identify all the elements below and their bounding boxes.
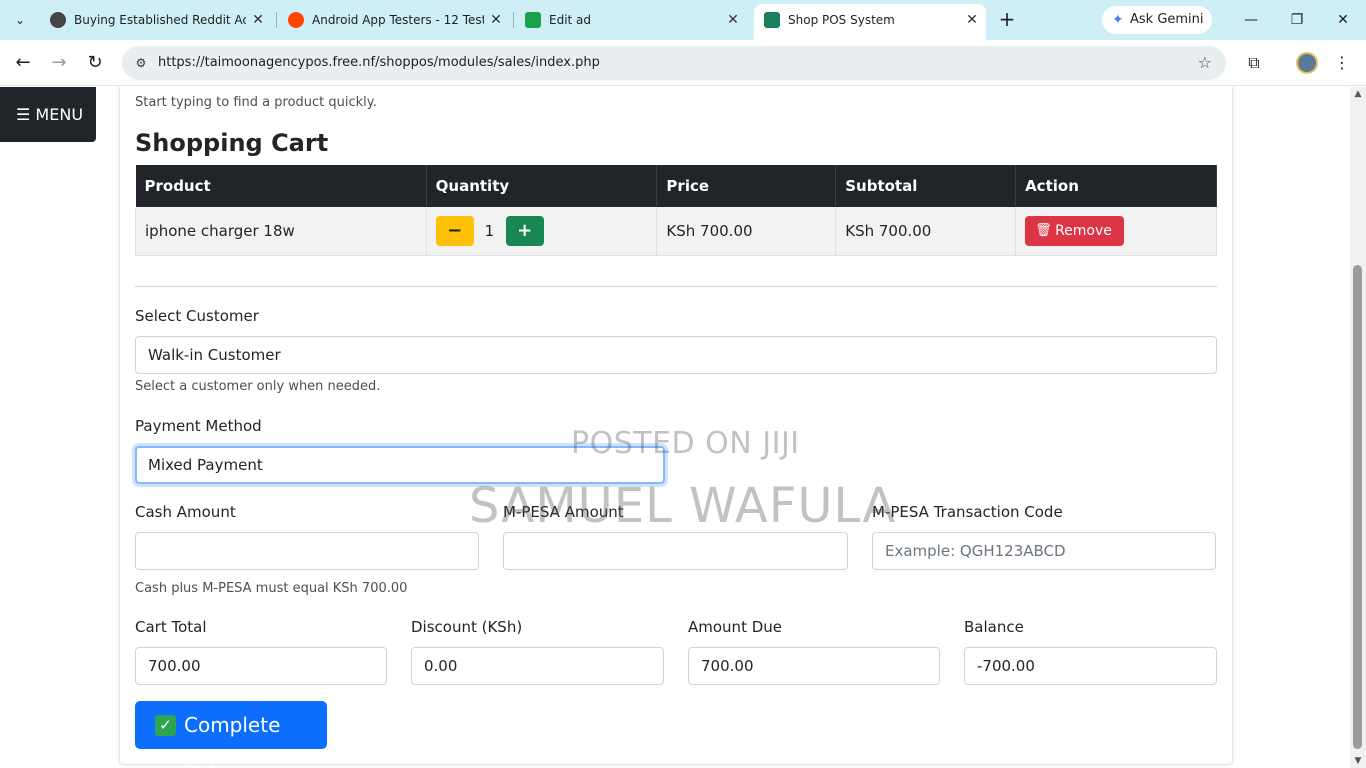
menu-button[interactable]: ☰ MENU [0,87,96,142]
cell-action: 🗑 Remove [1015,207,1217,256]
close-tab-icon[interactable]: ✕ [488,6,504,34]
minimize-icon[interactable]: — [1239,8,1263,32]
tab-android-testers[interactable]: Android App Testers - 12 Testers ✕ [278,6,510,34]
column-header-price: Price [656,165,837,207]
reddit-favicon-icon [288,12,304,28]
lock-favicon-icon [764,12,780,28]
balance-label: Balance [964,618,1024,636]
amount-due-field: 700.00 [688,647,940,685]
tab-shop-pos[interactable]: Shop POS System ✕ [754,4,986,40]
shopping-cart-title: Shopping Cart [135,129,329,157]
minus-icon: − [447,219,463,241]
product-search-hint: Start typing to find a product quickly. [135,95,377,110]
decrease-quantity-button[interactable]: − [435,215,474,246]
cart-header-row: Product Quantity Price Subtotal Action [135,165,1217,207]
customer-label: Select Customer [135,307,259,325]
address-bar[interactable]: ⚙ https://taimoonagencypos.free.nf/shopp… [122,46,1226,80]
openai-favicon-icon [50,12,66,28]
customer-hint: Select a customer only when needed. [135,379,381,394]
section-divider [135,286,1217,287]
jiji-favicon-icon [525,12,541,28]
restore-icon[interactable]: ❐ [1285,8,1309,32]
tab-separator [276,12,277,28]
back-arrow-icon[interactable]: ← [11,51,35,75]
increase-quantity-button[interactable]: + [505,215,544,246]
amount-due-label: Amount Due [688,618,782,636]
extensions-icon[interactable]: ⧉ [1242,51,1266,75]
payment-method-label: Payment Method [135,417,262,435]
tab-separator [513,12,514,28]
column-header-product: Product [135,165,427,207]
mpesa-code-input[interactable]: Example: QGH123ABCD [872,532,1216,570]
page-viewport: ☰ MENU Start typing to find a product qu… [0,87,1366,768]
cell-price: KSh 700.00 [656,207,837,256]
watermark-posted-on: POSTED ON JIJI [571,426,800,461]
cash-amount-label: Cash Amount [135,503,236,521]
customer-select[interactable]: Walk-in Customer [135,336,1217,374]
close-tab-icon[interactable]: ✕ [964,4,980,36]
close-tab-icon[interactable]: ✕ [725,6,741,34]
quantity-value: 1 [484,221,495,240]
trash-icon: 🗑 [1035,222,1052,238]
url-text[interactable]: https://taimoonagencypos.free.nf/shoppos… [158,46,600,80]
forward-arrow-icon[interactable]: → [47,51,71,75]
column-header-quantity: Quantity [426,165,658,207]
cell-product: iphone charger 18w [135,207,427,256]
table-row: iphone charger 18w − 1 + KSh 700.00 KSh … [135,207,1217,256]
column-header-action: Action [1015,165,1217,207]
scroll-down-icon[interactable]: ▼ [1350,756,1366,766]
payment-hint: Cash plus M-PESA must equal KSh 700.00 [135,581,408,596]
watermark-name: SAMUEL WAFULA [469,478,897,534]
cart-table: Product Quantity Price Subtotal Action i… [135,165,1217,256]
scroll-up-icon[interactable]: ▲ [1350,89,1366,99]
profile-avatar[interactable] [1296,52,1318,74]
discount-label: Discount (KSh) [411,618,523,636]
cart-total-field: 700.00 [135,647,387,685]
remove-item-button[interactable]: 🗑 Remove [1025,215,1124,246]
close-window-icon[interactable]: ✕ [1331,8,1355,32]
gemini-sparkle-icon: ✦ [1112,12,1124,28]
browser-tab-bar: ⌄ Buying Established Reddit Acco ✕ Andro… [0,0,1366,40]
bookmark-star-icon[interactable]: ☆ [1198,46,1212,80]
mpesa-amount-input[interactable] [503,532,848,570]
cell-subtotal: KSh 700.00 [835,207,1017,256]
new-tab-button[interactable]: + [996,8,1018,30]
site-info-icon[interactable]: ⚙ [132,54,150,72]
checkmark-icon: ✓ [155,715,176,736]
balance-field: -700.00 [964,647,1217,685]
cell-quantity: − 1 + [426,207,658,256]
reload-icon[interactable]: ↻ [83,51,107,75]
quantity-stepper: − 1 + [435,215,648,246]
tab-reddit-accounts[interactable]: Buying Established Reddit Acco ✕ [40,6,272,34]
mpesa-code-label: M-PESA Transaction Code [872,503,1063,521]
scroll-thumb[interactable] [1353,265,1362,749]
close-tab-icon[interactable]: ✕ [250,6,266,34]
browser-toolbar: ← → ↻ ⚙ https://taimoonagencypos.free.nf… [0,40,1366,86]
plus-icon: + [517,219,533,241]
tab-search-chevron-icon[interactable]: ⌄ [10,10,30,30]
remove-label: Remove [1055,222,1112,239]
complete-sale-label: Complete Sale [184,713,281,768]
cash-amount-input[interactable] [135,532,479,570]
complete-sale-button[interactable]: ✓ Complete Sale [135,701,327,768]
more-options-icon[interactable]: ⋮ [1330,51,1354,75]
column-header-subtotal: Subtotal [835,165,1017,207]
cart-total-label: Cart Total [135,618,207,636]
ask-gemini-button[interactable]: ✦ Ask Gemini [1102,6,1212,34]
page-scrollbar[interactable]: ▲ ▼ [1350,87,1366,768]
discount-input[interactable]: 0.00 [411,647,664,685]
tab-edit-ad[interactable]: Edit ad ✕ [515,6,747,34]
